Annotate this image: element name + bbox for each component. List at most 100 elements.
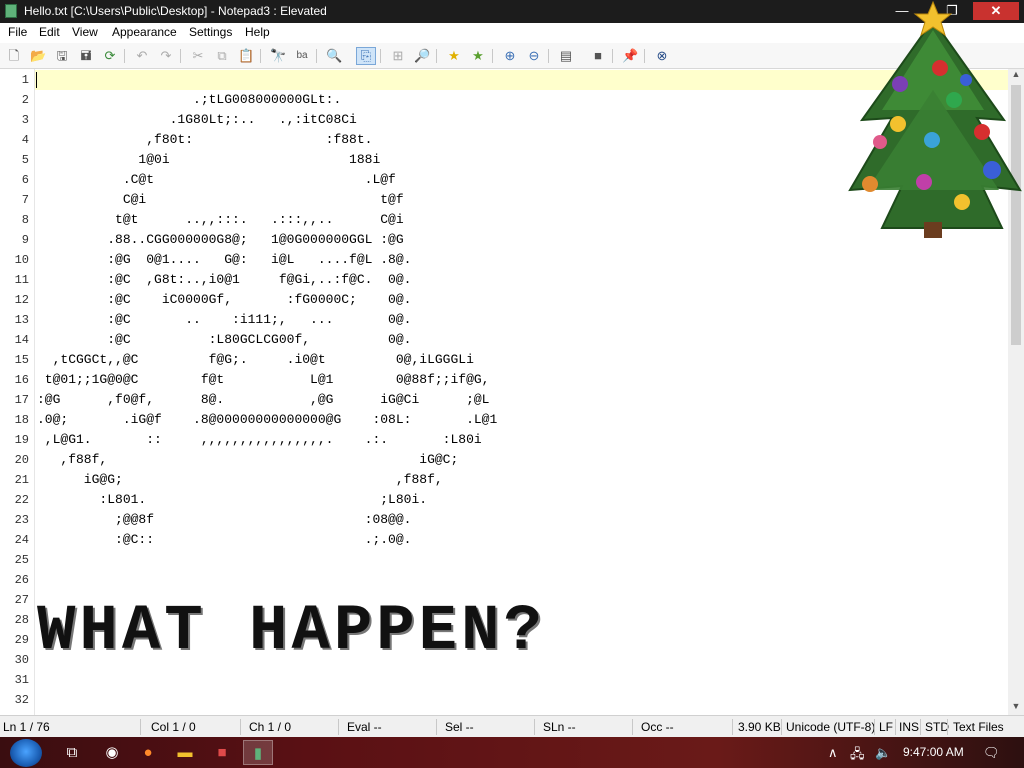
text-line: .C@t .L@f — [37, 172, 396, 187]
line-number: 9 — [21, 233, 29, 247]
paste-icon[interactable]: 📋 — [238, 48, 254, 64]
pin-icon[interactable]: 📌 — [622, 48, 638, 64]
notepad3-icon[interactable]: ▮ — [243, 740, 273, 765]
menu-file[interactable]: File — [8, 25, 27, 39]
line-number: 7 — [21, 193, 29, 207]
schema-icon[interactable]: ▤ — [558, 48, 574, 64]
customize-icon[interactable]: ■ — [590, 48, 606, 64]
word-wrap-icon[interactable]: ⎘ — [356, 47, 376, 65]
status-selected-lines[interactable]: SLn -- — [543, 720, 576, 734]
new-file-icon[interactable]: 🗋 — [6, 48, 22, 64]
line-number-gutter: 1 2 3 4 5 6 7 8 9 10 11 12 13 14 15 16 17 18 19 20 21 22 23 24 2… — [0, 69, 35, 715]
text-line: .0@; .iG@f .8@00000000000000@G :08L: .L@… — [37, 412, 498, 427]
status-eval[interactable]: Eval -- — [347, 720, 382, 734]
action-center-icon[interactable]: 🗨 — [983, 745, 1000, 761]
zoom-in-icon[interactable]: ⊕ — [502, 48, 518, 64]
line-number: 6 — [21, 173, 29, 187]
toolbar-separator — [492, 49, 493, 63]
status-column[interactable]: Col 1 / 0 — [151, 720, 196, 734]
find-in-files-icon[interactable]: 🔍 — [326, 48, 342, 64]
menu-help[interactable]: Help — [245, 25, 270, 39]
menu-view[interactable]: View — [72, 25, 98, 39]
menu-appearance[interactable]: Appearance — [112, 25, 177, 39]
status-selection[interactable]: Sel -- — [445, 720, 474, 734]
line-number: 28 — [14, 613, 29, 627]
status-insert-mode[interactable]: INS — [899, 720, 919, 734]
volume-icon[interactable]: 🔈 — [875, 745, 891, 761]
status-eol[interactable]: LF — [879, 720, 893, 734]
exit-icon[interactable]: ⊗ — [654, 48, 670, 64]
status-encoding[interactable]: Unicode (UTF-8) — [786, 720, 875, 734]
network-icon[interactable]: 🖧 — [850, 745, 865, 767]
media-app-icon[interactable]: ■ — [207, 740, 237, 765]
open-folder-icon[interactable]: 📂 — [30, 48, 46, 64]
status-character[interactable]: Ch 1 / 0 — [249, 720, 291, 734]
scroll-down-arrow-icon[interactable]: ▼ — [1008, 701, 1024, 715]
line-number: 29 — [14, 633, 29, 647]
zoom-out-icon[interactable]: ⊖ — [526, 48, 542, 64]
start-button[interactable] — [10, 739, 42, 767]
status-lexer[interactable]: Text Files — [953, 720, 1004, 734]
line-number: 17 — [14, 393, 29, 407]
line-number: 16 — [14, 373, 29, 387]
text-line: :@C ,G8t:..,i0@1 f@Gi,..:f@C. 0@. — [37, 272, 412, 287]
find-icon[interactable]: 🔭 — [270, 48, 286, 64]
save-icon[interactable]: 🖫 — [54, 48, 70, 64]
line-number: 19 — [14, 433, 29, 447]
menu-settings[interactable]: Settings — [189, 25, 232, 39]
status-bar: Ln 1 / 76 Col 1 / 0 Ch 1 / 0 Eval -- Sel… — [0, 715, 1024, 738]
status-occurrences[interactable]: Occ -- — [641, 720, 674, 734]
tray-overflow-icon[interactable]: ∧ — [828, 745, 838, 761]
status-line[interactable]: Ln 1 / 76 — [3, 720, 50, 734]
toolbar-separator — [436, 49, 437, 63]
line-number: 5 — [21, 153, 29, 167]
line-number: 1 — [21, 73, 29, 87]
system-clock[interactable]: 9:47:00 AM — [903, 745, 964, 759]
chrome-icon[interactable]: ◉ — [97, 740, 127, 765]
status-separator — [140, 719, 141, 735]
line-number: 22 — [14, 493, 29, 507]
text-line: .;tLG008000000GLt:. — [37, 92, 342, 107]
add-favorite-icon[interactable]: ★ — [470, 48, 486, 64]
undo-icon[interactable]: ↶ — [134, 48, 150, 64]
toolbar-separator — [124, 49, 125, 63]
line-number: 14 — [14, 333, 29, 347]
cut-icon[interactable]: ✂ — [190, 48, 206, 64]
redo-icon[interactable]: ↷ — [158, 48, 174, 64]
line-number: 8 — [21, 213, 29, 227]
status-std[interactable]: STD — [925, 720, 949, 734]
copy-icon[interactable]: ⧉ — [214, 48, 230, 64]
text-line: :@C .. :i111;, ... 0@. — [37, 312, 412, 327]
favorites-icon[interactable]: ★ — [446, 48, 462, 64]
line-number: 20 — [14, 453, 29, 467]
text-line: :@C :L80GCLCG00f, 0@. — [37, 332, 412, 347]
notepad3-app-icon[interactable] — [5, 4, 17, 18]
text-line: :@G 0@1.... G@: i@L ....f@L .8@. — [37, 252, 412, 267]
toolbar-separator — [260, 49, 261, 63]
text-line: :@C iC0000Gf, :fG0000C; 0@. — [37, 292, 412, 307]
text-line: 1@0i 188i — [37, 152, 381, 167]
line-number: 13 — [14, 313, 29, 327]
menu-edit[interactable]: Edit — [39, 25, 60, 39]
save-as-icon[interactable]: 🖬 — [78, 48, 94, 64]
text-line: C@i t@f — [37, 192, 404, 207]
toolbar-separator — [180, 49, 181, 63]
window-title: Hello.txt [C:\Users\Public\Desktop] - No… — [24, 4, 327, 18]
status-separator — [874, 719, 875, 735]
revert-icon[interactable]: ⟳ — [102, 48, 118, 64]
firefox-icon[interactable]: ● — [133, 740, 163, 765]
replace-icon[interactable]: ba — [294, 48, 310, 64]
line-number: 30 — [14, 653, 29, 667]
line-number: 23 — [14, 513, 29, 527]
line-number: 2 — [21, 93, 29, 107]
fold-icon[interactable]: ⊞ — [390, 48, 406, 64]
text-line: t@t ..,,:::. .:::,,.. C@i — [37, 212, 404, 227]
toolbar-separator — [612, 49, 613, 63]
zoom-view-icon[interactable]: 🔎 — [414, 48, 430, 64]
line-number: 27 — [14, 593, 29, 607]
file-explorer-icon[interactable]: ▬ — [170, 740, 200, 765]
task-view-icon[interactable]: ⧉ — [57, 740, 87, 765]
line-number: 4 — [21, 133, 29, 147]
text-line: :@C:: .;.0@. — [37, 532, 412, 547]
text-line: iG@G; ,f88f, — [37, 472, 443, 487]
